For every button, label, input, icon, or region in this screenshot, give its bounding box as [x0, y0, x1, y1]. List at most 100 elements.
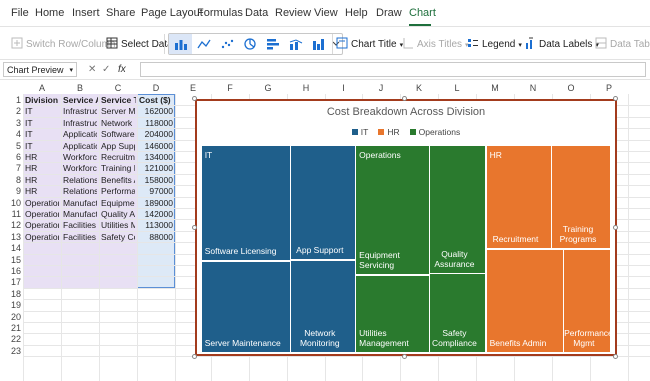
row-header-10[interactable]: 10 — [0, 198, 23, 208]
menu-view[interactable]: View — [314, 7, 338, 19]
menu-data[interactable]: Data — [245, 7, 268, 19]
row-header-3[interactable]: 3 — [0, 118, 23, 128]
header-cell[interactable]: Service An — [63, 95, 98, 106]
table-cell[interactable]: Safety Cor — [101, 232, 135, 243]
treemap-tile[interactable]: Operations Equipment Servicing — [356, 145, 429, 275]
table-cell[interactable]: Training Pr — [101, 163, 135, 174]
row-header-20[interactable]: 20 — [0, 312, 23, 322]
table-cell[interactable]: Performan — [101, 186, 135, 197]
table-cell[interactable]: IT — [25, 106, 59, 117]
row-header-22[interactable]: 22 — [0, 334, 23, 344]
histogram-chart-icon[interactable] — [307, 34, 330, 54]
resize-handle[interactable] — [402, 96, 407, 101]
menu-page-layout[interactable]: Page Layout — [141, 7, 203, 19]
table-cell[interactable]: Server Mai — [101, 106, 135, 117]
row-header-14[interactable]: 14 — [0, 243, 23, 253]
chart-legend[interactable]: IT HR Operations — [197, 127, 615, 137]
treemap-tile[interactable]: HR Recruitment — [486, 145, 551, 249]
table-cell[interactable]: IT — [25, 118, 59, 129]
legend-button[interactable]: Legend ▾ — [467, 37, 522, 52]
column-header-b[interactable]: B — [61, 83, 99, 94]
row-header-6[interactable]: 6 — [0, 152, 23, 162]
row-header-1[interactable]: 1 — [0, 95, 23, 105]
table-cell[interactable]: 88000 — [139, 232, 173, 243]
row-header-8[interactable]: 8 — [0, 175, 23, 185]
menu-share[interactable]: Share — [106, 7, 135, 19]
column-header-c[interactable]: C — [99, 83, 137, 94]
treemap-tile[interactable]: Training Programs — [552, 145, 611, 249]
table-cell[interactable]: Utilities M — [101, 220, 135, 231]
table-cell[interactable]: 142000 — [139, 209, 173, 220]
table-cell[interactable]: Facilities — [63, 220, 97, 231]
table-cell[interactable]: Quality As — [101, 209, 135, 220]
table-cell[interactable]: Workforce — [63, 152, 97, 163]
column-header-j[interactable]: J — [362, 83, 400, 94]
table-cell[interactable]: Equipment — [101, 198, 135, 209]
header-cell[interactable]: Cost ($) — [139, 95, 174, 106]
resize-handle[interactable] — [613, 225, 618, 230]
chart-title-button[interactable]: Chart Title ▾ — [336, 37, 403, 52]
row-header-23[interactable]: 23 — [0, 346, 23, 356]
bar-chart-icon[interactable] — [261, 34, 284, 54]
table-cell[interactable]: HR — [25, 163, 59, 174]
menu-review[interactable]: Review — [275, 7, 311, 19]
formula-input[interactable] — [140, 62, 646, 77]
table-cell[interactable]: Application — [63, 141, 97, 152]
treemap-tile[interactable]: Performance Mgmt — [564, 249, 613, 353]
chart-title[interactable]: Cost Breakdown Across Division — [197, 106, 615, 118]
axis-titles-button[interactable]: Axis Titles ▾ — [402, 37, 469, 52]
table-cell[interactable]: 134000 — [139, 152, 173, 163]
resize-handle[interactable] — [192, 354, 197, 359]
table-cell[interactable]: 162000 — [139, 106, 173, 117]
column-header-f[interactable]: F — [211, 83, 249, 94]
column-header-k[interactable]: K — [400, 83, 438, 94]
table-cell[interactable]: IT — [25, 129, 59, 140]
select-data-button[interactable]: Select Data — [106, 37, 173, 52]
column-header-m[interactable]: M — [476, 83, 514, 94]
scatter-chart-icon[interactable] — [215, 34, 238, 54]
row-header-13[interactable]: 13 — [0, 232, 23, 242]
table-cell[interactable]: Infrastruct — [63, 118, 97, 129]
enter-icon[interactable]: ✓ — [102, 64, 110, 75]
table-cell[interactable]: 158000 — [139, 175, 173, 186]
menu-home[interactable]: Home — [35, 7, 64, 19]
resize-handle[interactable] — [613, 96, 618, 101]
table-cell[interactable]: Relations — [63, 186, 97, 197]
table-cell[interactable]: Relations — [63, 175, 97, 186]
menu-help[interactable]: Help — [345, 7, 368, 19]
table-cell[interactable]: 97000 — [139, 186, 173, 197]
row-header-11[interactable]: 11 — [0, 209, 23, 219]
pie-chart-icon[interactable] — [238, 34, 261, 54]
chart-area[interactable]: Cost Breakdown Across Division IT HR Ope… — [195, 99, 617, 356]
row-header-19[interactable]: 19 — [0, 300, 23, 310]
table-cell[interactable]: HR — [25, 186, 59, 197]
header-cell[interactable]: Division — [25, 95, 60, 106]
row-header-5[interactable]: 5 — [0, 141, 23, 151]
column-header-p[interactable]: P — [590, 83, 628, 94]
row-header-21[interactable]: 21 — [0, 323, 23, 333]
table-cell[interactable]: Facilities — [63, 232, 97, 243]
function-icon[interactable]: fx — [118, 64, 126, 75]
row-header-2[interactable]: 2 — [0, 106, 23, 116]
table-cell[interactable]: Recruitme — [101, 152, 135, 163]
table-cell[interactable]: HR — [25, 175, 59, 186]
treemap-tile[interactable]: Utilities Management — [356, 275, 429, 353]
switch-row-column-button[interactable]: Switch Row/Column — [11, 37, 115, 52]
table-cell[interactable]: 113000 — [139, 220, 173, 231]
resize-handle[interactable] — [613, 354, 618, 359]
data-labels-button[interactable]: Data Labels ▾ — [524, 37, 599, 52]
menu-insert[interactable]: Insert — [72, 7, 100, 19]
column-header-i[interactable]: I — [325, 83, 362, 94]
row-header-16[interactable]: 16 — [0, 266, 23, 276]
table-cell[interactable]: App Suppo — [101, 141, 135, 152]
column-header-l[interactable]: L — [438, 83, 476, 94]
menu-chart[interactable]: Chart — [409, 7, 436, 19]
treemap-plot[interactable]: IT Software Licensing Server Maintenance Ap… — [201, 145, 613, 353]
treemap-tile[interactable]: IT Software Licensing — [201, 145, 291, 261]
menu-formulas[interactable]: Formulas — [197, 7, 243, 19]
treemap-tile[interactable]: Safety Compliance — [430, 274, 486, 353]
column-header-d[interactable]: D — [137, 83, 175, 94]
table-cell[interactable]: Benefits Ac — [101, 175, 135, 186]
line-chart-icon[interactable] — [192, 34, 215, 54]
table-cell[interactable]: Operation — [25, 209, 59, 220]
